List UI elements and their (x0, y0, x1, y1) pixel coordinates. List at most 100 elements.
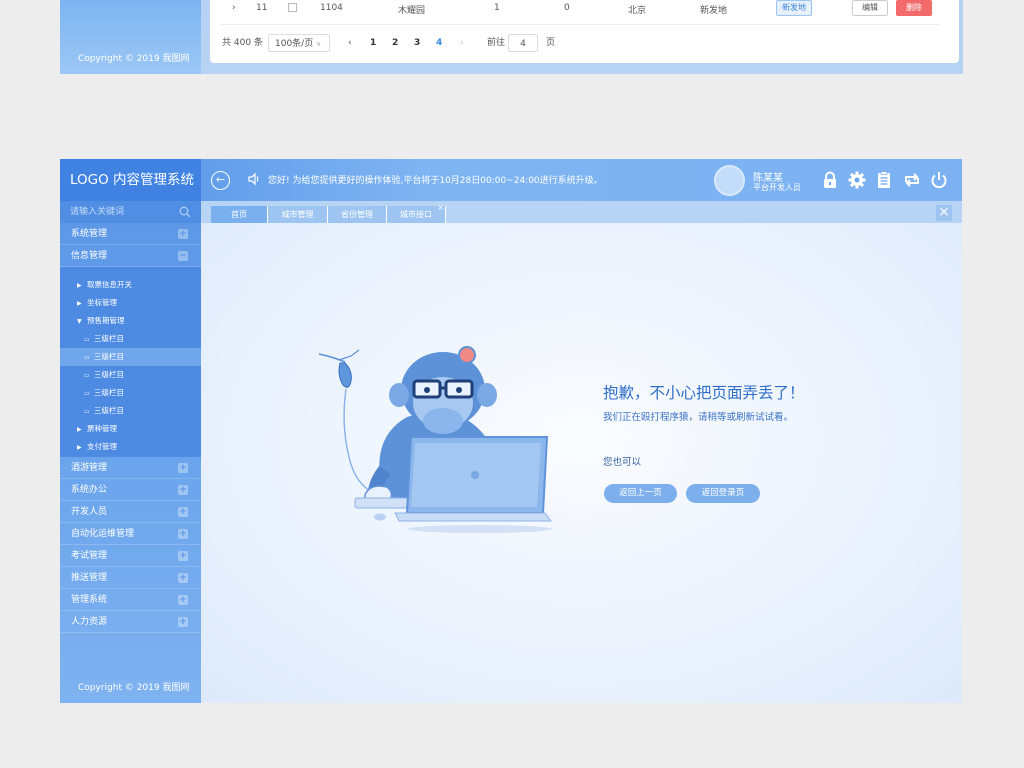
level3-label: 三级栏目 (94, 352, 124, 361)
sidebar-item-devops[interactable]: 自动化运维管理 + (60, 523, 201, 545)
sidebar-item-label: 人力资源 (71, 617, 108, 627)
sidebar-item-hr[interactable]: 人力资源 + (60, 611, 201, 633)
clipboard-icon[interactable] (874, 170, 894, 190)
preview-table-card: › 11 1104 木耀园 1 0 北京 新发地 新发地 编辑 删除 共 400… (210, 0, 959, 63)
collapse-minus-icon[interactable]: − (178, 251, 188, 261)
level3-label: 三级栏目 (94, 370, 124, 379)
sidebar-item-label: 自动化运维管理 (71, 529, 135, 539)
sidebar-item-exam[interactable]: 考试管理 + (60, 545, 201, 567)
row-id: 11 (256, 3, 268, 13)
close-all-tabs-icon[interactable]: × (936, 205, 952, 221)
page-4[interactable]: 4 (436, 34, 442, 52)
error-title: 抱歉，不小心把页面弄丢了！ (603, 384, 805, 402)
power-icon[interactable] (929, 170, 949, 190)
level3-item[interactable]: ▭ 三级栏目 (60, 384, 201, 402)
sidebar-item-label: 开发人员 (71, 507, 108, 517)
submenu-label: 支付管理 (87, 442, 117, 451)
expand-plus-icon[interactable]: + (178, 573, 188, 583)
row-checkbox[interactable] (288, 3, 297, 12)
submenu-label: 票种管理 (87, 424, 117, 433)
page-1[interactable]: 1 (370, 34, 376, 52)
sidebar-item-developers[interactable]: 开发人员 + (60, 501, 201, 523)
monkey-illustration (318, 346, 552, 533)
sidebar-item-system[interactable]: 系统管理 + (60, 223, 201, 245)
page-2[interactable]: 2 (392, 34, 398, 52)
row-name: 木耀园 (398, 6, 426, 16)
expand-plus-icon[interactable]: + (178, 617, 188, 627)
caret-right-icon: ▶ (77, 444, 82, 451)
tab-bar: 首页 城市管理 省份管理 城市接口 × × (201, 201, 962, 223)
avatar[interactable] (714, 165, 745, 196)
tab-city-api[interactable]: 城市接口 × (387, 203, 446, 223)
expand-plus-icon[interactable]: + (178, 595, 188, 605)
lock-icon[interactable] (820, 170, 840, 190)
sidebar-item-label: 酒游管理 (71, 463, 108, 473)
file-icon: ▭ (84, 336, 90, 343)
level3-label: 三级栏目 (94, 388, 124, 397)
row-tag: 新发地 (776, 0, 812, 16)
preview-copyright: Copyright © 2019 我图网 (78, 54, 190, 64)
goto-unit: 页 (546, 38, 556, 48)
goto-input[interactable]: 4 (508, 34, 538, 52)
back-arrow-icon[interactable]: ← (211, 171, 230, 190)
submenu-item[interactable]: ▶ 支付管理 (60, 438, 201, 456)
page-3[interactable]: 3 (414, 34, 420, 52)
sidebar-item-management[interactable]: 管理系统 + (60, 589, 201, 611)
level3-item[interactable]: ▭ 三级栏目 (60, 366, 201, 384)
sidebar-item-travel[interactable]: 酒游管理 + (60, 457, 201, 479)
sidebar-item-push[interactable]: 推送管理 + (60, 567, 201, 589)
sidebar-item-info[interactable]: 信息管理 − (60, 245, 201, 267)
row-divider (220, 24, 940, 25)
swap-icon[interactable] (902, 170, 922, 190)
table-row: › 11 1104 木耀园 1 0 北京 新发地 新发地 编辑 删除 (210, 0, 959, 20)
pager-total: 共 400 条 (222, 38, 263, 48)
tab-close-icon[interactable]: × (437, 203, 444, 213)
system-notice: 您好! 为给您提供更好的操作体验,平台将于10月28日00:00~24:00进行… (268, 176, 603, 186)
back-to-login-button[interactable]: 返回登录页 (686, 484, 760, 503)
submenu-item[interactable]: ▶ 取票信息开关 (60, 276, 201, 294)
expand-plus-icon[interactable]: + (178, 507, 188, 517)
edit-button[interactable]: 编辑 (852, 0, 888, 16)
sidebar-item-label: 系统办公 (71, 485, 108, 495)
expand-plus-icon[interactable]: + (178, 485, 188, 495)
row-code: 1104 (320, 3, 343, 13)
sidebar: 系统管理 + 信息管理 − ▶ 取票信息开关 ▶ 坐标管理 ▼ 预售期管理 ▭ 三级栏目… (60, 201, 201, 703)
row-count-2: 0 (564, 3, 570, 13)
level3-item[interactable]: ▭ 三级栏目 (60, 402, 201, 420)
user-role: 平台开发人员 (753, 183, 801, 192)
error-alternatives-label: 您也可以 (603, 457, 642, 468)
sidebar-item-label: 信息管理 (71, 251, 108, 261)
submenu-item[interactable]: ▶ 票种管理 (60, 420, 201, 438)
sidebar-item-label: 推送管理 (71, 573, 108, 583)
expand-plus-icon[interactable]: + (178, 229, 188, 239)
sidebar-item-label: 管理系统 (71, 595, 108, 605)
level3-item-active[interactable]: ▭ 三级栏目 (60, 348, 201, 366)
tab-home[interactable]: 首页 (211, 206, 268, 223)
submenu-label: 坐标管理 (87, 298, 117, 307)
error-description: 我们正在殴打程序猿，请稍等或刷新试试看。 (603, 412, 794, 423)
sidebar-item-office[interactable]: 系统办公 + (60, 479, 201, 501)
chevron-down-icon: ∨ (316, 40, 322, 48)
expand-chevron-icon[interactable]: › (232, 3, 236, 13)
level3-item[interactable]: ▭ 三级栏目 (60, 330, 201, 348)
level3-label: 三级栏目 (94, 406, 124, 415)
next-page-icon[interactable]: › (460, 34, 464, 52)
expand-plus-icon[interactable]: + (178, 463, 188, 473)
page-size-select[interactable]: 100条/页 ∨ (268, 34, 330, 52)
file-icon: ▭ (84, 408, 90, 415)
tab-province-management[interactable]: 省份管理 (328, 206, 387, 223)
gear-icon[interactable] (847, 170, 867, 190)
sidebar-copyright: Copyright © 2019 我图网 (78, 683, 190, 693)
expand-plus-icon[interactable]: + (178, 529, 188, 539)
prev-page-icon[interactable]: ‹ (348, 34, 352, 52)
tab-city-management[interactable]: 城市管理 (268, 206, 328, 223)
submenu-item-open[interactable]: ▼ 预售期管理 (60, 312, 201, 330)
delete-button[interactable]: 删除 (896, 0, 932, 16)
submenu-item[interactable]: ▶ 坐标管理 (60, 294, 201, 312)
expand-plus-icon[interactable]: + (178, 551, 188, 561)
page-size-value: 100条/页 (275, 39, 314, 49)
back-to-previous-button[interactable]: 返回上一页 (604, 484, 677, 503)
file-icon: ▭ (84, 390, 90, 397)
search-icon[interactable] (179, 206, 191, 218)
top-header: LOGO 内容管理系统 ← 您好! 为给您提供更好的操作体验,平台将于10月28… (60, 159, 962, 201)
